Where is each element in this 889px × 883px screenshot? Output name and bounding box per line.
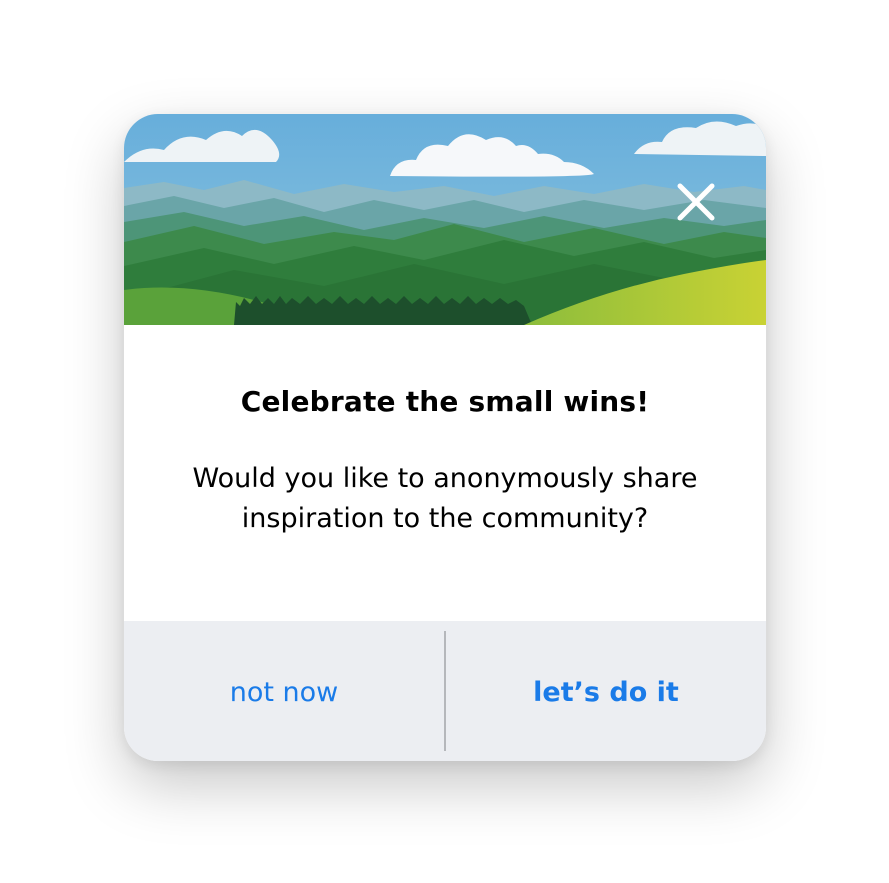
close-button[interactable] bbox=[670, 176, 722, 228]
close-icon bbox=[677, 183, 715, 221]
lets-do-it-button[interactable]: let’s do it bbox=[446, 621, 766, 761]
dialog-body: Celebrate the small wins! Would you like… bbox=[124, 325, 766, 621]
share-inspiration-dialog: Celebrate the small wins! Would you like… bbox=[124, 114, 766, 761]
dialog-message: Would you like to anonymously share insp… bbox=[192, 463, 698, 534]
dialog-title: Celebrate the small wins! bbox=[240, 385, 650, 418]
dialog-actions: not now let’s do it bbox=[124, 621, 766, 761]
not-now-button[interactable]: not now bbox=[124, 621, 444, 761]
